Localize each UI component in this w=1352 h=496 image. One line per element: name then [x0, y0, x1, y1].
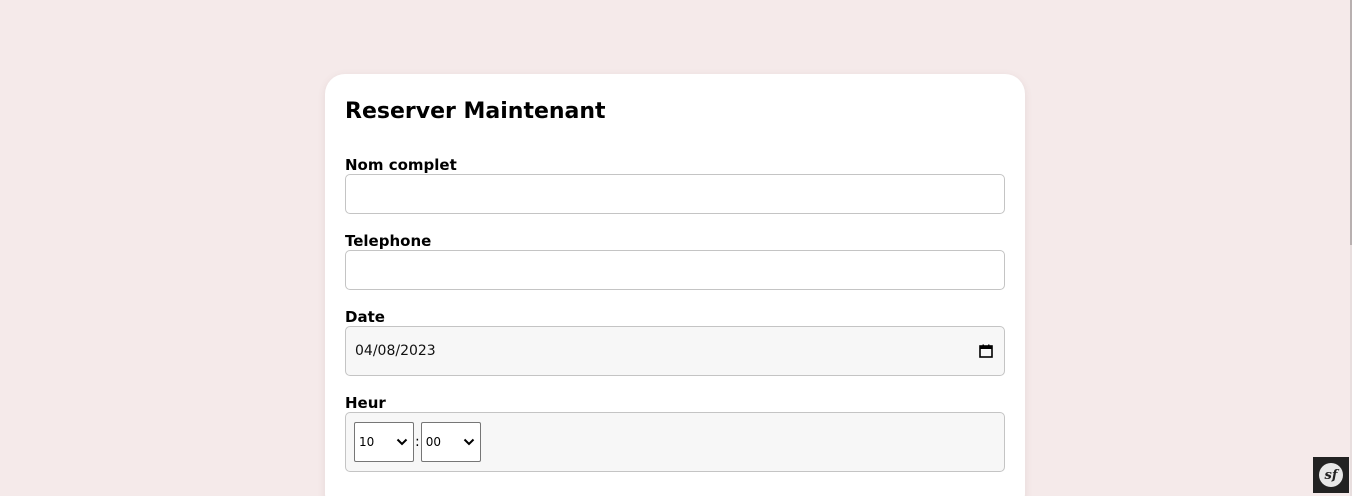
symfony-logo-icon: sf: [1319, 463, 1343, 487]
time-separator: :: [415, 434, 420, 450]
time-picker: 10 : 00: [345, 412, 1005, 472]
minute-value: 00: [425, 435, 441, 449]
hour-value: 10: [359, 435, 375, 449]
date-value: 04/08/2023: [355, 343, 436, 359]
hour-select[interactable]: 10: [354, 422, 414, 462]
reservation-form: Reserver Maintenant Nom complet Telephon…: [325, 74, 1025, 496]
chevron-down-icon: [396, 438, 408, 446]
chevron-down-icon: [463, 438, 474, 446]
telephone-label: Telephone: [345, 232, 432, 250]
date-input[interactable]: 04/08/2023: [345, 326, 1005, 376]
telephone-input[interactable]: [345, 250, 1005, 290]
form-title: Reserver Maintenant: [345, 99, 606, 124]
minute-select[interactable]: 00: [420, 422, 481, 462]
nom-complet-label: Nom complet: [345, 156, 457, 174]
symfony-debug-toolbar-toggle[interactable]: sf: [1313, 457, 1349, 493]
nom-complet-input[interactable]: [345, 174, 1005, 214]
date-label: Date: [345, 308, 385, 326]
calendar-icon[interactable]: [978, 343, 994, 359]
page: Reserver Maintenant Nom complet Telephon…: [0, 0, 1352, 496]
heur-label: Heur: [345, 394, 386, 412]
